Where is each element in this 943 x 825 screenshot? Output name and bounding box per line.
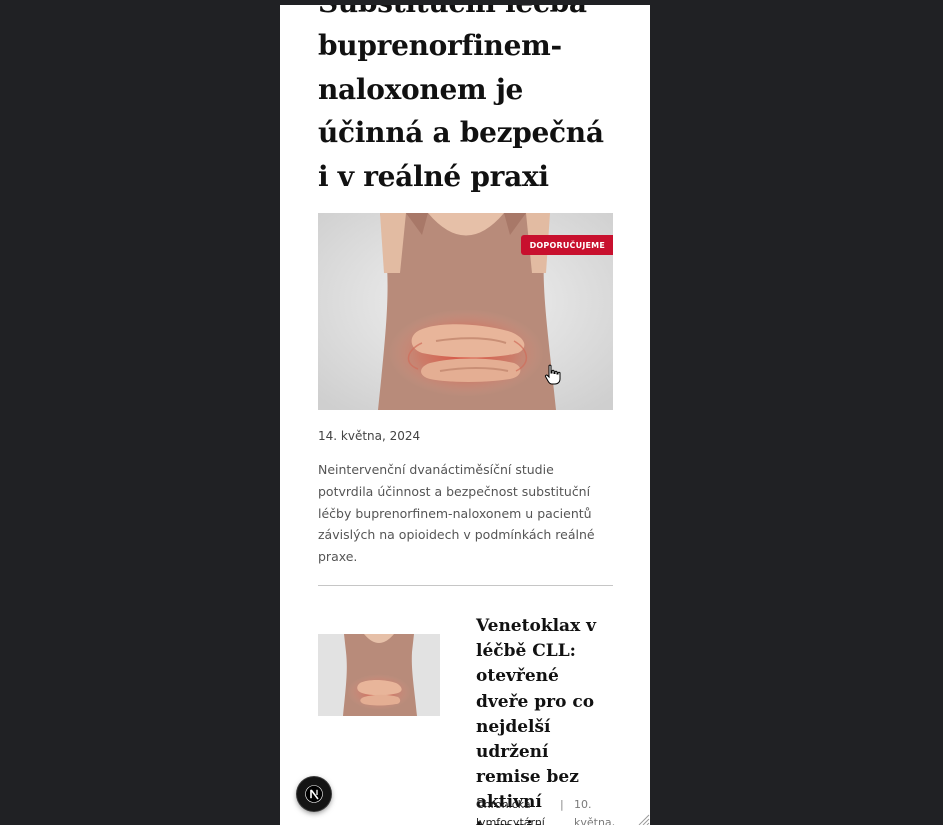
related-article-category[interactable]: Chronická lymfocytární leukémie — [476, 796, 556, 825]
section-divider — [318, 585, 613, 587]
recommended-badge[interactable]: DOPORUČUJEME — [520, 235, 613, 256]
article-content: Substituční léčba buprenorfinem-naloxone… — [318, 5, 615, 825]
meta-separator: | — [560, 798, 564, 812]
related-article-date: 10. května, 2024 — [574, 798, 616, 825]
hero-image[interactable]: DOPORUČUJEME — [318, 213, 613, 411]
related-article-title[interactable]: Venetoklax v léčbě CLL: otevřené dveře p… — [476, 614, 614, 825]
nextjs-logo-icon — [305, 785, 323, 803]
related-thumbnail[interactable] — [318, 634, 440, 717]
article-title[interactable]: Substituční léčba buprenorfinem-naloxone… — [318, 5, 613, 198]
hand-pointer-icon — [544, 364, 561, 385]
article-viewport: Substituční léčba buprenorfinem-naloxone… — [280, 5, 650, 825]
related-article[interactable]: Venetoklax v léčbě CLL: otevřené dveře p… — [318, 614, 615, 825]
article-excerpt: Neintervenční dvanáctiměsíční studie pot… — [318, 462, 595, 565]
article-date: 14. května, 2024 — [318, 429, 421, 444]
nextjs-dev-indicator-button[interactable] — [297, 777, 331, 811]
resize-grip-icon[interactable] — [638, 814, 650, 825]
woman-abdomen-thumbnail — [318, 634, 440, 717]
